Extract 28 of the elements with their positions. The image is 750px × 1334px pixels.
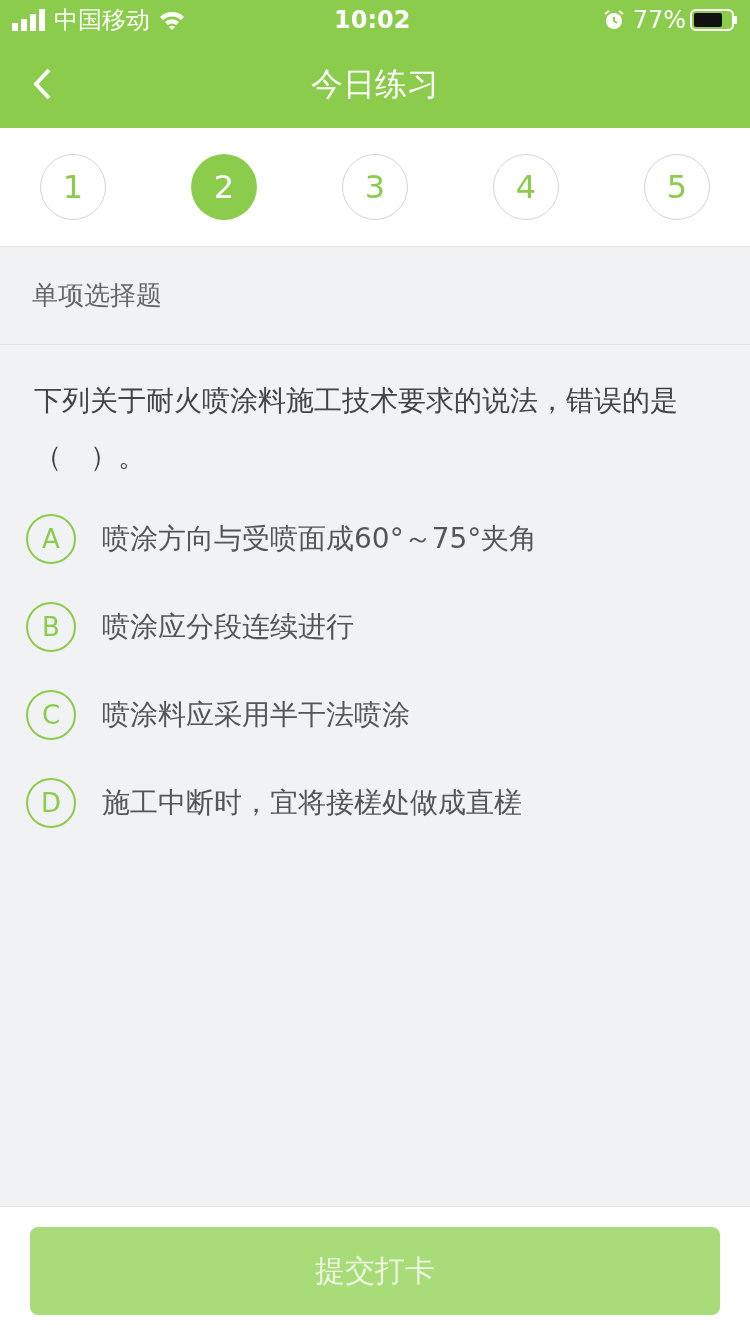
question-type: 单项选择题: [32, 279, 162, 312]
option-text: 施工中断时，宜将接槎处做成直槎: [102, 785, 522, 821]
alarm-icon: [602, 9, 625, 31]
back-icon: [33, 68, 51, 100]
question-number[interactable]: 3: [342, 154, 408, 220]
question-number[interactable]: 1: [40, 154, 106, 220]
signal-icon: [12, 9, 48, 31]
answer-option[interactable]: C 喷涂料应采用半干法喷涂: [26, 671, 724, 759]
clock-time: 10:02: [334, 5, 411, 36]
option-letter: B: [26, 602, 76, 652]
wifi-icon: [158, 9, 186, 31]
question-number[interactable]: 2: [191, 154, 257, 220]
question-number[interactable]: 4: [493, 154, 559, 220]
battery-percent: 77%: [632, 5, 686, 36]
answer-option[interactable]: D 施工中断时，宜将接槎处做成直槎: [26, 759, 724, 847]
answer-option[interactable]: A 喷涂方向与受喷面成60°～75°夹角: [26, 495, 724, 583]
battery-icon: [690, 8, 738, 32]
option-letter: C: [26, 690, 76, 740]
option-text: 喷涂应分段连续进行: [102, 609, 354, 645]
option-letter: A: [26, 514, 76, 564]
question-number[interactable]: 5: [644, 154, 710, 220]
question-text: 下列关于耐火喷涂料施工技术要求的说法，错误的是（ ）。: [33, 383, 679, 475]
carrier-name: 中国移动: [54, 5, 150, 36]
option-text: 喷涂方向与受喷面成60°～75°夹角: [102, 521, 538, 557]
option-text: 喷涂料应采用半干法喷涂: [102, 697, 410, 733]
page-title: 今日练习: [311, 64, 439, 105]
option-letter: D: [26, 778, 76, 828]
answer-option[interactable]: B 喷涂应分段连续进行: [26, 583, 724, 671]
